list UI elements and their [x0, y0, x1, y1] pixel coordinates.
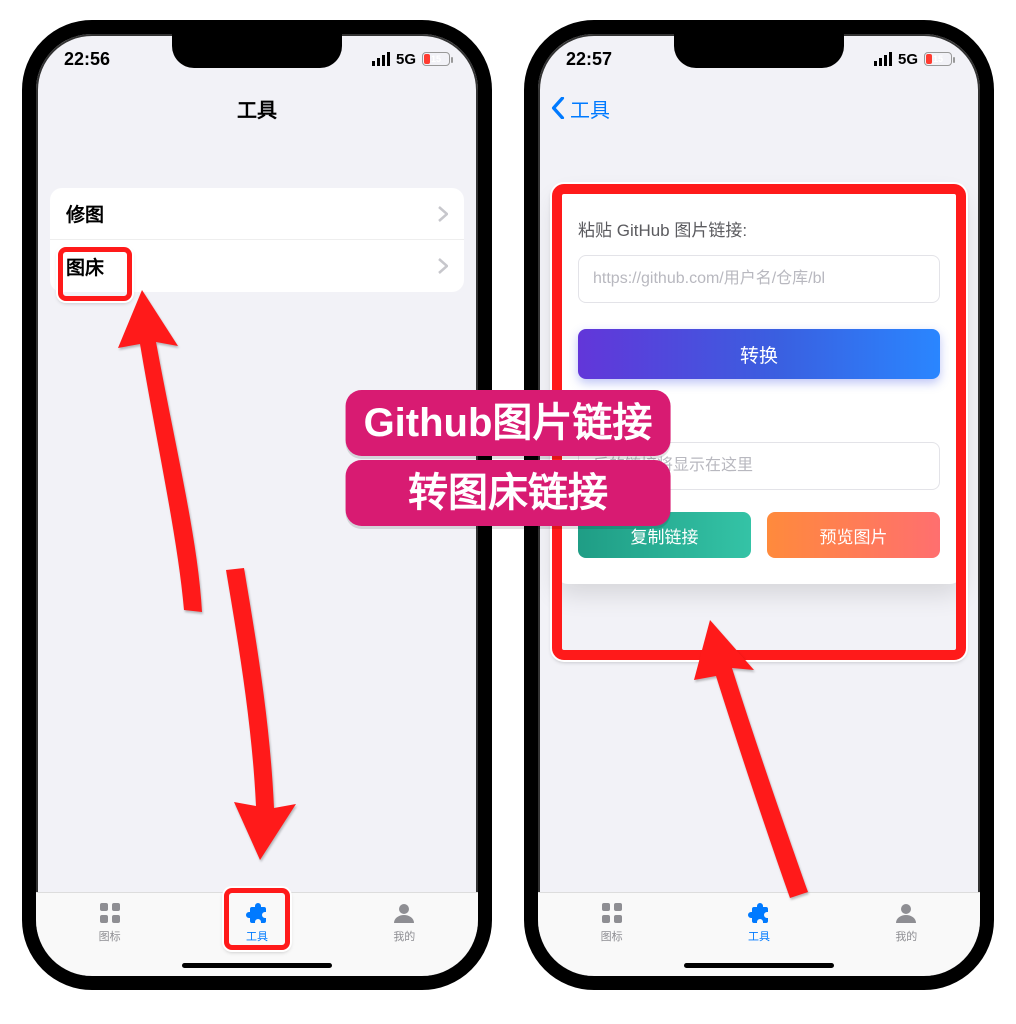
battery-icon: 15	[422, 52, 450, 66]
person-icon	[390, 901, 418, 925]
annotation-bubble: Github图片链接 转图床链接	[346, 390, 671, 530]
status-network: 5G	[396, 51, 416, 68]
tab-icons[interactable]: 图标	[598, 901, 626, 944]
tab-profile[interactable]: 我的	[390, 901, 418, 944]
battery-icon: 15	[924, 52, 952, 66]
signal-icon	[372, 52, 390, 66]
annotation-text-line2: 转图床链接	[346, 460, 671, 526]
tab-label: 图标	[601, 928, 623, 944]
battery-level: 15	[423, 54, 449, 64]
tab-label: 我的	[895, 928, 917, 944]
status-time: 22:57	[566, 49, 612, 70]
chevron-left-icon	[550, 97, 566, 119]
annotation-text-line1: Github图片链接	[346, 390, 671, 456]
annotation-arrow-up-right	[680, 620, 820, 905]
chevron-right-icon	[438, 258, 448, 274]
person-icon	[892, 901, 920, 925]
home-indicator[interactable]	[182, 963, 332, 968]
annotation-highlight-tab-tools	[224, 888, 290, 950]
tab-icons[interactable]: 图标	[96, 901, 124, 944]
navbar: 工具	[538, 86, 980, 130]
back-button[interactable]: 工具	[550, 94, 610, 123]
annotation-arrow-down-left	[200, 560, 310, 865]
battery-level: 15	[925, 54, 951, 64]
grid-icon	[598, 901, 626, 925]
tab-profile[interactable]: 我的	[892, 901, 920, 944]
status-network: 5G	[898, 51, 918, 68]
navbar: 工具	[36, 86, 478, 130]
list-item-label: 修图	[66, 200, 104, 227]
back-label: 工具	[570, 94, 610, 123]
status-time: 22:56	[64, 49, 110, 70]
home-indicator[interactable]	[684, 963, 834, 968]
tab-tools[interactable]: 工具	[745, 901, 773, 944]
signal-icon	[874, 52, 892, 66]
tab-label: 我的	[393, 928, 415, 944]
grid-icon	[96, 901, 124, 925]
notch	[674, 34, 844, 68]
page-title: 工具	[237, 94, 277, 123]
tab-label: 工具	[748, 928, 770, 944]
notch	[172, 34, 342, 68]
tab-label: 图标	[99, 928, 121, 944]
list-item-retouch[interactable]: 修图	[50, 188, 464, 240]
chevron-right-icon	[438, 206, 448, 222]
